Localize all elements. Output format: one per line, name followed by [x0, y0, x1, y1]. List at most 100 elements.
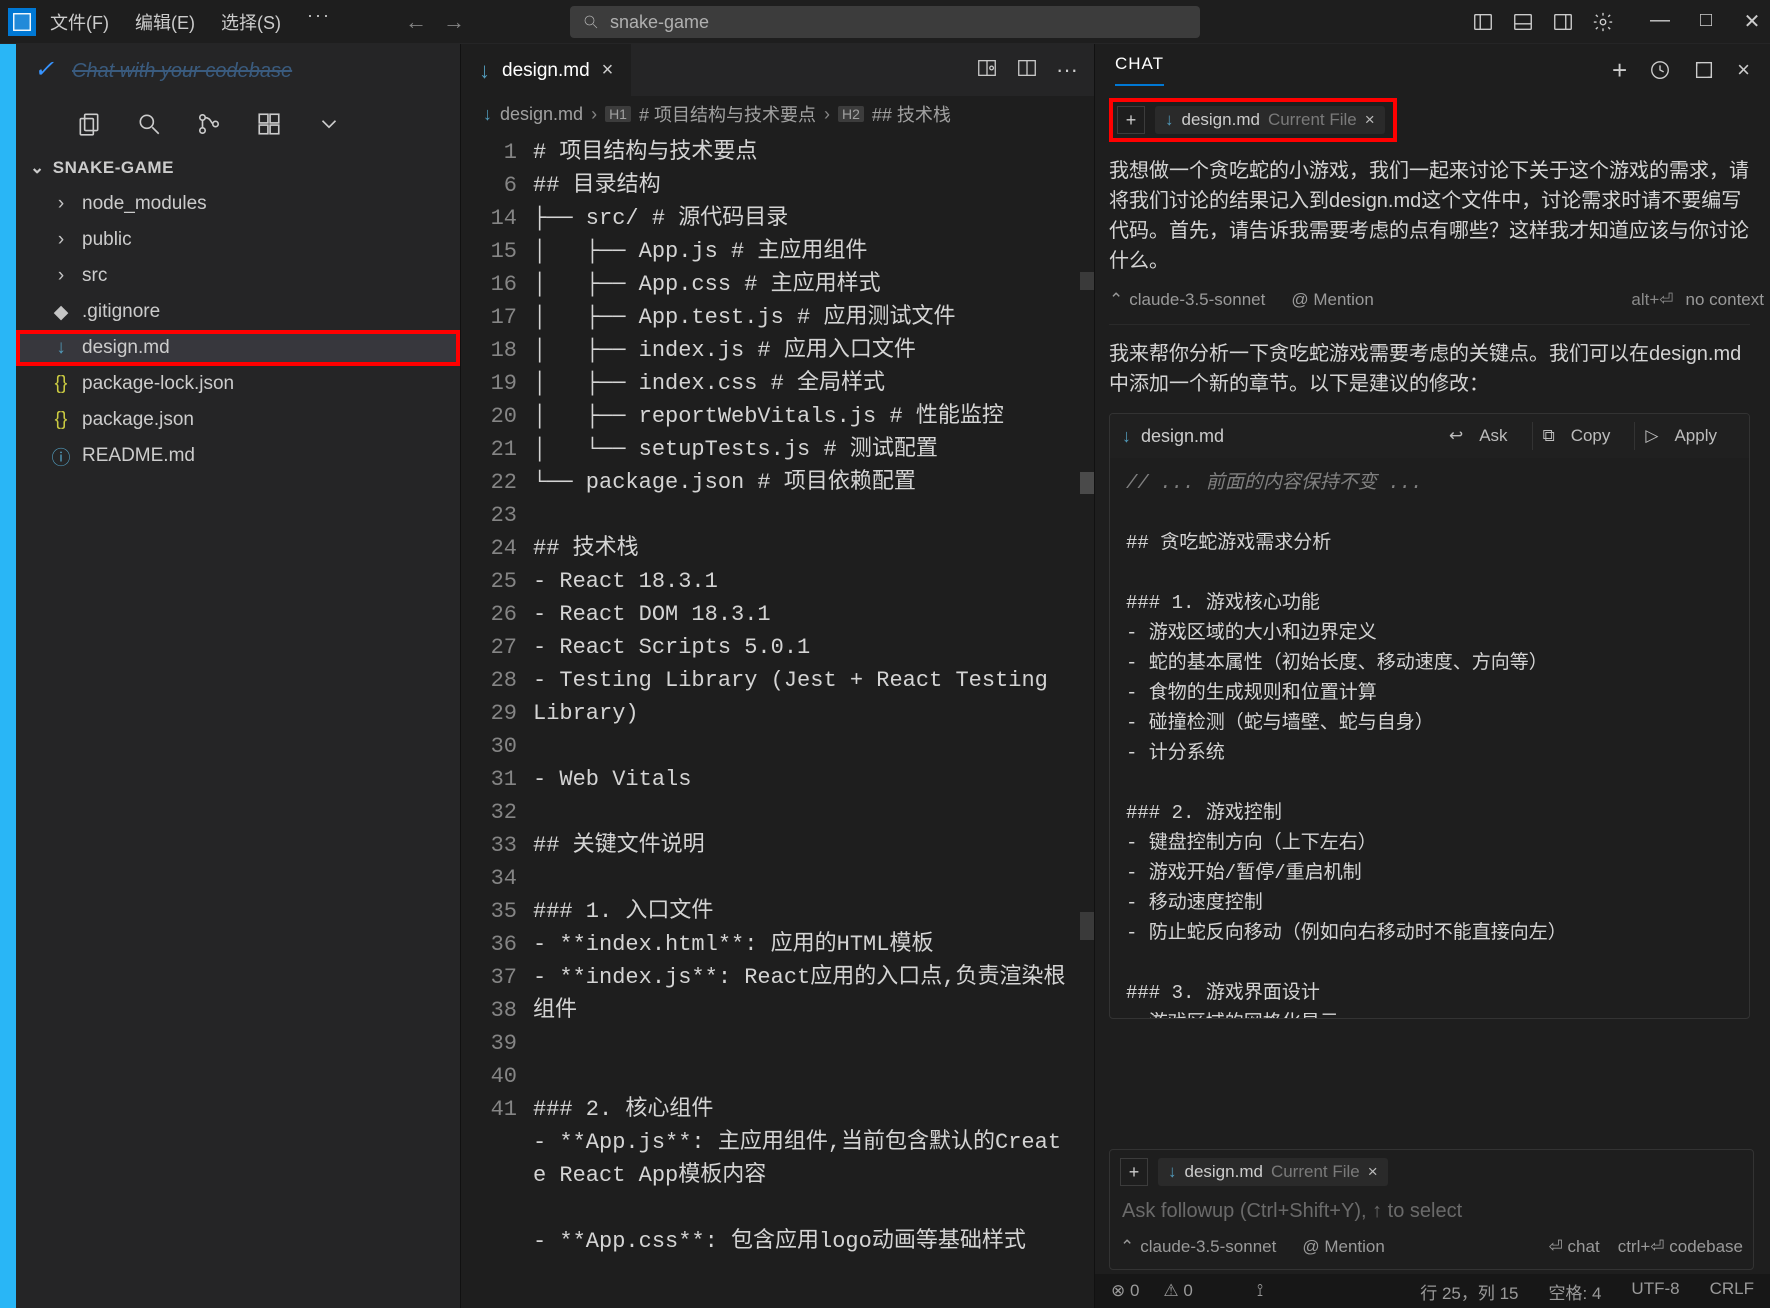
- new-chat-icon[interactable]: +: [1612, 55, 1627, 86]
- ask-button[interactable]: ↩ Ask: [1439, 422, 1528, 450]
- extensions-icon[interactable]: [256, 111, 282, 137]
- window-minimize-icon[interactable]: —: [1650, 9, 1670, 34]
- command-center[interactable]: snake-game: [570, 6, 1200, 38]
- search-icon[interactable]: [136, 111, 162, 137]
- window-controls: — □ ✕: [1650, 9, 1762, 34]
- tree-item-package-lock-json[interactable]: {}package-lock.json: [16, 366, 460, 402]
- model-select[interactable]: ⌃claude-3.5-sonnet: [1120, 1237, 1276, 1257]
- editor: ↓ design.md × ··· ↓ design.md › H1 # 项目结…: [460, 44, 1094, 1308]
- chevron-right-icon: ›: [824, 104, 830, 125]
- close-icon[interactable]: ×: [1737, 57, 1750, 83]
- breadcrumb-h2: ## 技术栈: [872, 101, 951, 127]
- chevron-right-icon: ›: [591, 104, 597, 125]
- check-icon: ✓: [34, 59, 58, 83]
- eol[interactable]: CRLF: [1710, 1279, 1754, 1304]
- tree-item-package-json[interactable]: {}package.json: [16, 402, 460, 438]
- context-filename: design.md: [1182, 110, 1260, 130]
- tree-item-node_modules[interactable]: ›node_modules: [16, 186, 460, 222]
- markdown-icon: ↓: [1165, 110, 1174, 130]
- chevron-right-icon: ›: [50, 265, 72, 287]
- nav-arrows: ← →: [405, 9, 465, 35]
- tree-item-public[interactable]: ›public: [16, 222, 460, 258]
- tree-item-README-md[interactable]: ⓘREADME.md: [16, 438, 460, 474]
- context-chip[interactable]: ↓ design.md Current File ×: [1155, 106, 1385, 134]
- status-warnings[interactable]: ⚠ 0: [1163, 1281, 1192, 1301]
- markdown-icon: ↓: [50, 337, 72, 359]
- layout-right-icon[interactable]: [1552, 11, 1574, 33]
- alt-key-hint: alt+⏎: [1631, 290, 1673, 310]
- history-icon[interactable]: [1649, 59, 1671, 81]
- markdown-icon: ↓: [483, 104, 492, 125]
- chat-mode-button[interactable]: ⏎ chat: [1549, 1237, 1600, 1257]
- followup-top: + ↓ design.md Current File ×: [1120, 1158, 1743, 1186]
- codebase-mode-button[interactable]: ctrl+⏎ codebase: [1618, 1237, 1743, 1257]
- json-icon: {}: [50, 373, 72, 395]
- statusbar: ⊗ 0 ⚠ 0 ⟟ 行 25，列 15 空格: 4 UTF-8 CRLF: [1095, 1274, 1770, 1308]
- source-control-icon[interactable]: [196, 111, 222, 137]
- heading-icon: H1: [605, 106, 631, 122]
- copy-button[interactable]: ⧉ Copy: [1532, 422, 1631, 450]
- model-row: ⌃claude-3.5-sonnet @ Mention alt+⏎ no co…: [1109, 290, 1764, 310]
- editor-body[interactable]: 1614151617181920212223242526272829303132…: [461, 132, 1094, 1308]
- markdown-icon: ↓: [479, 58, 490, 84]
- info-icon: ⓘ: [50, 443, 72, 470]
- expand-icon[interactable]: [1693, 59, 1715, 81]
- chip-close-icon[interactable]: ×: [1368, 1162, 1378, 1182]
- mention-button[interactable]: @ Mention: [1291, 290, 1373, 310]
- menu-select[interactable]: 选择(S): [215, 5, 287, 39]
- tree-item-src[interactable]: › src: [16, 258, 460, 294]
- context-tag: Current File: [1271, 1162, 1360, 1182]
- menu-more[interactable]: ···: [301, 5, 337, 39]
- preview-filename: design.md: [1141, 426, 1224, 447]
- chip-close-icon[interactable]: ×: [1365, 110, 1375, 130]
- menu-edit[interactable]: 编辑(E): [129, 5, 201, 39]
- window-maximize-icon[interactable]: □: [1696, 9, 1716, 34]
- menubar: 文件(F) 编辑(E) 选择(S) ···: [44, 5, 337, 39]
- explorer-title[interactable]: ⌄ SNAKE-GAME: [16, 150, 460, 186]
- nav-back-icon[interactable]: ←: [405, 9, 427, 35]
- apply-button[interactable]: ▷ Apply: [1634, 422, 1737, 450]
- tree-item--gitignore[interactable]: ◆.gitignore: [16, 294, 460, 330]
- split-editor-icon[interactable]: [1016, 57, 1038, 79]
- settings-gear-icon[interactable]: [1592, 11, 1614, 33]
- status-errors[interactable]: ⊗ 0: [1111, 1281, 1139, 1301]
- status-extra-icon[interactable]: ⟟: [1257, 1281, 1263, 1301]
- open-preview-side-icon[interactable]: [976, 57, 998, 79]
- menu-file[interactable]: 文件(F): [44, 5, 115, 39]
- editor-actions: ···: [976, 57, 1094, 83]
- search-placeholder: snake-game: [610, 12, 709, 33]
- model-select[interactable]: ⌃claude-3.5-sonnet: [1109, 290, 1265, 310]
- chat-header: CHAT + ×: [1095, 44, 1770, 96]
- mention-button[interactable]: @ Mention: [1302, 1237, 1384, 1257]
- layout-bottom-icon[interactable]: [1512, 11, 1534, 33]
- chevron-down-icon[interactable]: [316, 111, 342, 137]
- layout-left-icon[interactable]: [1472, 11, 1494, 33]
- breadcrumb[interactable]: ↓ design.md › H1 # 项目结构与技术要点 › H2 ## 技术栈: [461, 96, 1094, 132]
- chat-panel: CHAT + × + ↓ design.md Current File × 我想…: [1094, 44, 1770, 1308]
- tree-item-design-md[interactable]: ↓design.md: [16, 330, 460, 366]
- encoding[interactable]: UTF-8: [1631, 1279, 1679, 1304]
- chevron-right-icon: ›: [50, 229, 72, 251]
- indent-setting[interactable]: 空格: 4: [1549, 1279, 1602, 1304]
- chat-hint-text: Chat with your codebase: [72, 60, 292, 83]
- tab-design-md[interactable]: ↓ design.md ×: [461, 44, 631, 96]
- files-icon[interactable]: [76, 111, 102, 137]
- minimap[interactable]: [1080, 132, 1094, 1308]
- tab-close-icon[interactable]: ×: [602, 59, 614, 82]
- add-context-button[interactable]: +: [1120, 1158, 1148, 1186]
- code-content[interactable]: # 项目结构与技术要点## 目录结构├── src/ # 源代码目录│ ├── …: [533, 132, 1080, 1308]
- titlebar: 文件(F) 编辑(E) 选择(S) ··· ← → snake-game — □…: [0, 0, 1770, 44]
- more-actions-icon[interactable]: ···: [1056, 57, 1078, 83]
- followup-input[interactable]: Ask followup (Ctrl+Shift+Y), ↑ to select: [1120, 1196, 1743, 1227]
- tree-item-label: src: [82, 265, 107, 287]
- add-context-button[interactable]: +: [1117, 106, 1145, 134]
- context-chip[interactable]: ↓ design.md Current File ×: [1158, 1158, 1388, 1186]
- chat-body: + ↓ design.md Current File × 我想做一个贪吃蛇的小游…: [1095, 96, 1770, 1139]
- breadcrumb-file: design.md: [500, 104, 583, 125]
- window-close-icon[interactable]: ✕: [1742, 9, 1762, 34]
- no-context-label: no context: [1686, 290, 1764, 310]
- chat-title: CHAT: [1115, 54, 1164, 86]
- cursor-position[interactable]: 行 25，列 15: [1420, 1279, 1518, 1304]
- nav-forward-icon[interactable]: →: [443, 9, 465, 35]
- file-icon: ◆: [50, 301, 72, 324]
